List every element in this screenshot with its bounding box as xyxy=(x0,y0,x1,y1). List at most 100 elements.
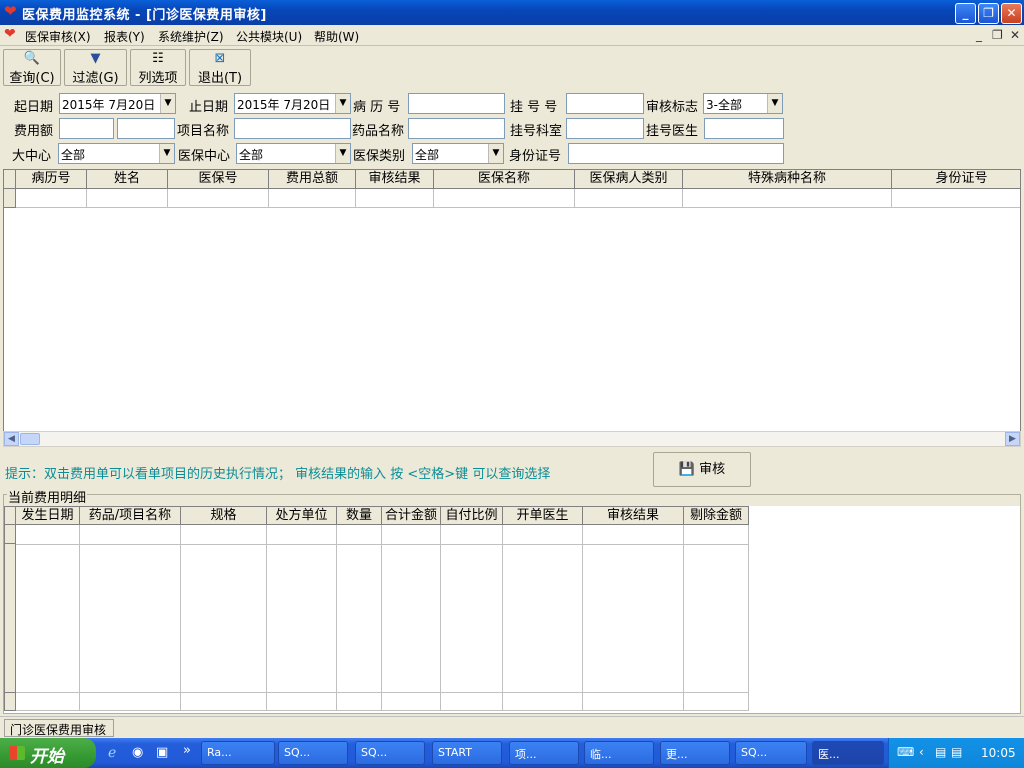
query-button[interactable]: 🔍 查询(C) xyxy=(3,49,61,86)
network-icon[interactable]: ▤ xyxy=(935,745,946,759)
taskbar-item[interactable]: 更... xyxy=(660,741,730,765)
center-select[interactable]: 全部 ▼ xyxy=(58,143,175,164)
restore-button[interactable]: ❐ xyxy=(978,3,999,24)
close-button[interactable]: ✕ xyxy=(1001,3,1022,24)
chevron-down-icon[interactable]: ▼ xyxy=(488,144,503,163)
table-column[interactable] xyxy=(16,525,80,711)
col-item-name[interactable]: 药品/项目名称 xyxy=(80,506,181,525)
table-cell[interactable] xyxy=(356,189,434,208)
mdi-restore-button[interactable]: ❐ xyxy=(992,28,1003,42)
horizontal-scrollbar[interactable]: ◀ ▶ xyxy=(3,431,1021,447)
col-id-card[interactable]: 身份证号 xyxy=(892,170,1020,189)
table-cell[interactable] xyxy=(168,189,269,208)
network-icon[interactable]: ▤ xyxy=(951,745,962,759)
menu-help[interactable]: 帮助(W) xyxy=(314,28,359,45)
col-ins-name[interactable]: 医保名称 xyxy=(434,170,575,189)
start-button[interactable]: 开始 xyxy=(0,738,96,768)
table-cell[interactable] xyxy=(269,189,356,208)
chevron-down-icon[interactable]: ▼ xyxy=(159,144,174,163)
col-total-amount[interactable]: 合计金额 xyxy=(382,506,441,525)
main-table[interactable]: 病历号 姓名 医保号 费用总额 审核结果 医保名称 医保病人类别 特殊病种名称 … xyxy=(3,169,1021,431)
table-cell[interactable] xyxy=(683,189,892,208)
col-patient-type[interactable]: 医保病人类别 xyxy=(575,170,683,189)
col-self-pay-ratio[interactable]: 自付比例 xyxy=(441,506,503,525)
detail-table[interactable]: 发生日期 药品/项目名称 规格 处方单位 数量 合计金额 自付比例 开单医生 审… xyxy=(4,506,1020,713)
chevron-down-icon[interactable]: ▼ xyxy=(335,144,350,163)
col-occur-date[interactable]: 发生日期 xyxy=(16,506,80,525)
reg-dept-input[interactable] xyxy=(566,118,644,139)
audit-button[interactable]: 💾 审核 xyxy=(653,452,751,487)
col-case-no[interactable]: 病历号 xyxy=(16,170,87,189)
scroll-thumb[interactable] xyxy=(20,433,40,445)
case-no-input[interactable] xyxy=(408,93,505,114)
clock[interactable]: 10:05 xyxy=(981,746,1016,760)
taskbar-item-active[interactable]: 医... xyxy=(812,741,884,765)
table-column[interactable] xyxy=(267,525,337,711)
drug-name-input[interactable] xyxy=(408,118,505,139)
table-cell[interactable] xyxy=(87,189,168,208)
taskbar-item[interactable]: 临... xyxy=(584,741,654,765)
table-column[interactable] xyxy=(382,525,441,711)
col-name[interactable]: 姓名 xyxy=(87,170,168,189)
amount-from-input[interactable] xyxy=(59,118,114,139)
col-special-disease[interactable]: 特殊病种名称 xyxy=(683,170,892,189)
table-cell[interactable] xyxy=(434,189,575,208)
chevron-down-icon[interactable]: ▼ xyxy=(335,94,350,113)
row-indicator[interactable] xyxy=(4,189,16,208)
table-column[interactable] xyxy=(181,525,267,711)
start-date-picker[interactable]: 2015年 7月20日 ▼ xyxy=(59,93,176,114)
keyboard-icon[interactable]: ⌨ xyxy=(897,745,914,759)
taskbar-item[interactable]: Ra... xyxy=(201,741,275,765)
chevron-down-icon[interactable]: ▼ xyxy=(160,94,175,113)
table-cell[interactable] xyxy=(892,189,1020,208)
col-detail-audit-result[interactable]: 审核结果 xyxy=(583,506,684,525)
id-card-input[interactable] xyxy=(568,143,784,164)
amount-to-input[interactable] xyxy=(117,118,175,139)
table-column[interactable] xyxy=(583,525,684,711)
column-options-button[interactable]: ☷ 列选项 xyxy=(130,49,186,86)
reg-doctor-input[interactable] xyxy=(704,118,784,139)
ins-center-select[interactable]: 全部 ▼ xyxy=(236,143,351,164)
menu-common[interactable]: 公共模块(U) xyxy=(236,28,302,45)
browser-icon[interactable]: ◉ xyxy=(132,745,143,760)
exit-button[interactable]: ⊠ 退出(T) xyxy=(189,49,251,86)
taskbar-item[interactable]: SQ... xyxy=(278,741,348,765)
ie-icon[interactable]: ℯ xyxy=(108,745,116,761)
menu-reports[interactable]: 报表(Y) xyxy=(104,28,145,45)
menu-audit[interactable]: 医保审核(X) xyxy=(25,28,91,45)
taskbar-item[interactable]: SQ... xyxy=(355,741,425,765)
mdi-close-button[interactable]: ✕ xyxy=(1010,28,1020,42)
table-column[interactable] xyxy=(80,525,181,711)
col-quantity[interactable]: 数量 xyxy=(337,506,382,525)
menu-system[interactable]: 系统维护(Z) xyxy=(158,28,224,45)
row-indicator[interactable] xyxy=(4,525,16,544)
col-doctor[interactable]: 开单医生 xyxy=(503,506,583,525)
col-spec[interactable]: 规格 xyxy=(181,506,267,525)
tray-expand-icon[interactable]: ‹ xyxy=(919,745,924,759)
table-cell[interactable] xyxy=(16,189,87,208)
col-unit[interactable]: 处方单位 xyxy=(267,506,337,525)
table-column[interactable] xyxy=(337,525,382,711)
table-column[interactable] xyxy=(503,525,583,711)
taskbar-item[interactable]: SQ... xyxy=(735,741,807,765)
scroll-right-icon[interactable]: ▶ xyxy=(1005,432,1020,446)
item-name-input[interactable] xyxy=(234,118,351,139)
table-cell[interactable] xyxy=(575,189,683,208)
col-excluded-amount[interactable]: 剔除金额 xyxy=(684,506,749,525)
col-audit-result[interactable]: 审核结果 xyxy=(356,170,434,189)
table-column[interactable] xyxy=(684,525,749,711)
chevron-down-icon[interactable]: ▼ xyxy=(767,94,782,113)
ins-type-select[interactable]: 全部 ▼ xyxy=(412,143,504,164)
mdi-minimize-button[interactable]: _ xyxy=(976,28,982,42)
end-date-picker[interactable]: 2015年 7月20日 ▼ xyxy=(234,93,351,114)
quicklaunch-more[interactable]: » xyxy=(183,743,191,758)
taskbar-item[interactable]: START xyxy=(432,741,502,765)
reg-no-input[interactable] xyxy=(566,93,644,114)
col-total-fee[interactable]: 费用总额 xyxy=(269,170,356,189)
col-ins-no[interactable]: 医保号 xyxy=(168,170,269,189)
minimize-button[interactable]: _ xyxy=(955,3,976,24)
taskbar-item[interactable]: 项... xyxy=(509,741,579,765)
scroll-left-icon[interactable]: ◀ xyxy=(4,432,19,446)
desktop-icon[interactable]: ▣ xyxy=(156,745,168,760)
table-column[interactable] xyxy=(441,525,503,711)
